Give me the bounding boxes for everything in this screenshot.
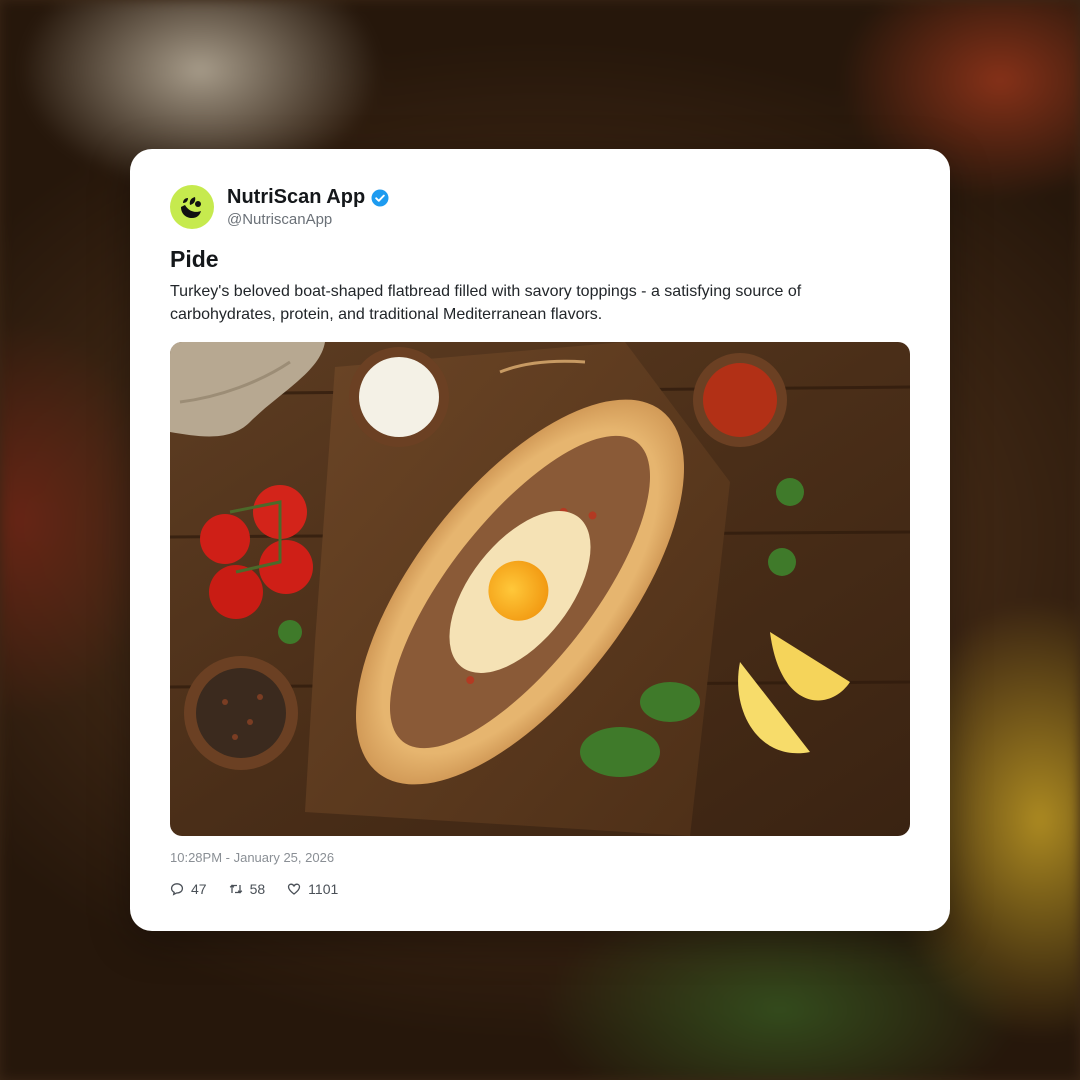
- retweet-count: 58: [249, 881, 266, 897]
- post-title: Pide: [170, 246, 219, 272]
- avatar[interactable]: [170, 185, 214, 229]
- post-timestamp: 10:28PM - January 25, 2026: [170, 850, 335, 865]
- reply-button[interactable]: 47: [170, 881, 207, 897]
- display-name[interactable]: NutriScan App: [227, 186, 365, 209]
- verified-badge-icon: [371, 189, 389, 207]
- post-description: Turkey's beloved boat-shaped flatbread f…: [170, 283, 802, 323]
- post-actions: 47 58 1101: [170, 881, 360, 897]
- reply-count: 47: [191, 881, 207, 897]
- heart-icon: [288, 883, 301, 895]
- author-names: NutriScan App @NutriscanApp: [227, 186, 389, 228]
- user-handle[interactable]: @NutriscanApp: [227, 211, 389, 228]
- like-button[interactable]: 1101: [287, 881, 338, 897]
- pide-food-photo: [170, 342, 910, 836]
- post-card: NutriScan App @NutriscanApp Pide Turkey'…: [130, 149, 950, 931]
- post-header: NutriScan App @NutriscanApp: [170, 185, 389, 229]
- reply-icon: [170, 883, 184, 896]
- post-image[interactable]: [170, 342, 910, 836]
- nutriscan-logo-icon: [181, 197, 201, 218]
- retweet-button[interactable]: 58: [229, 881, 266, 897]
- like-count: 1101: [308, 881, 339, 897]
- retweet-icon: [229, 884, 242, 894]
